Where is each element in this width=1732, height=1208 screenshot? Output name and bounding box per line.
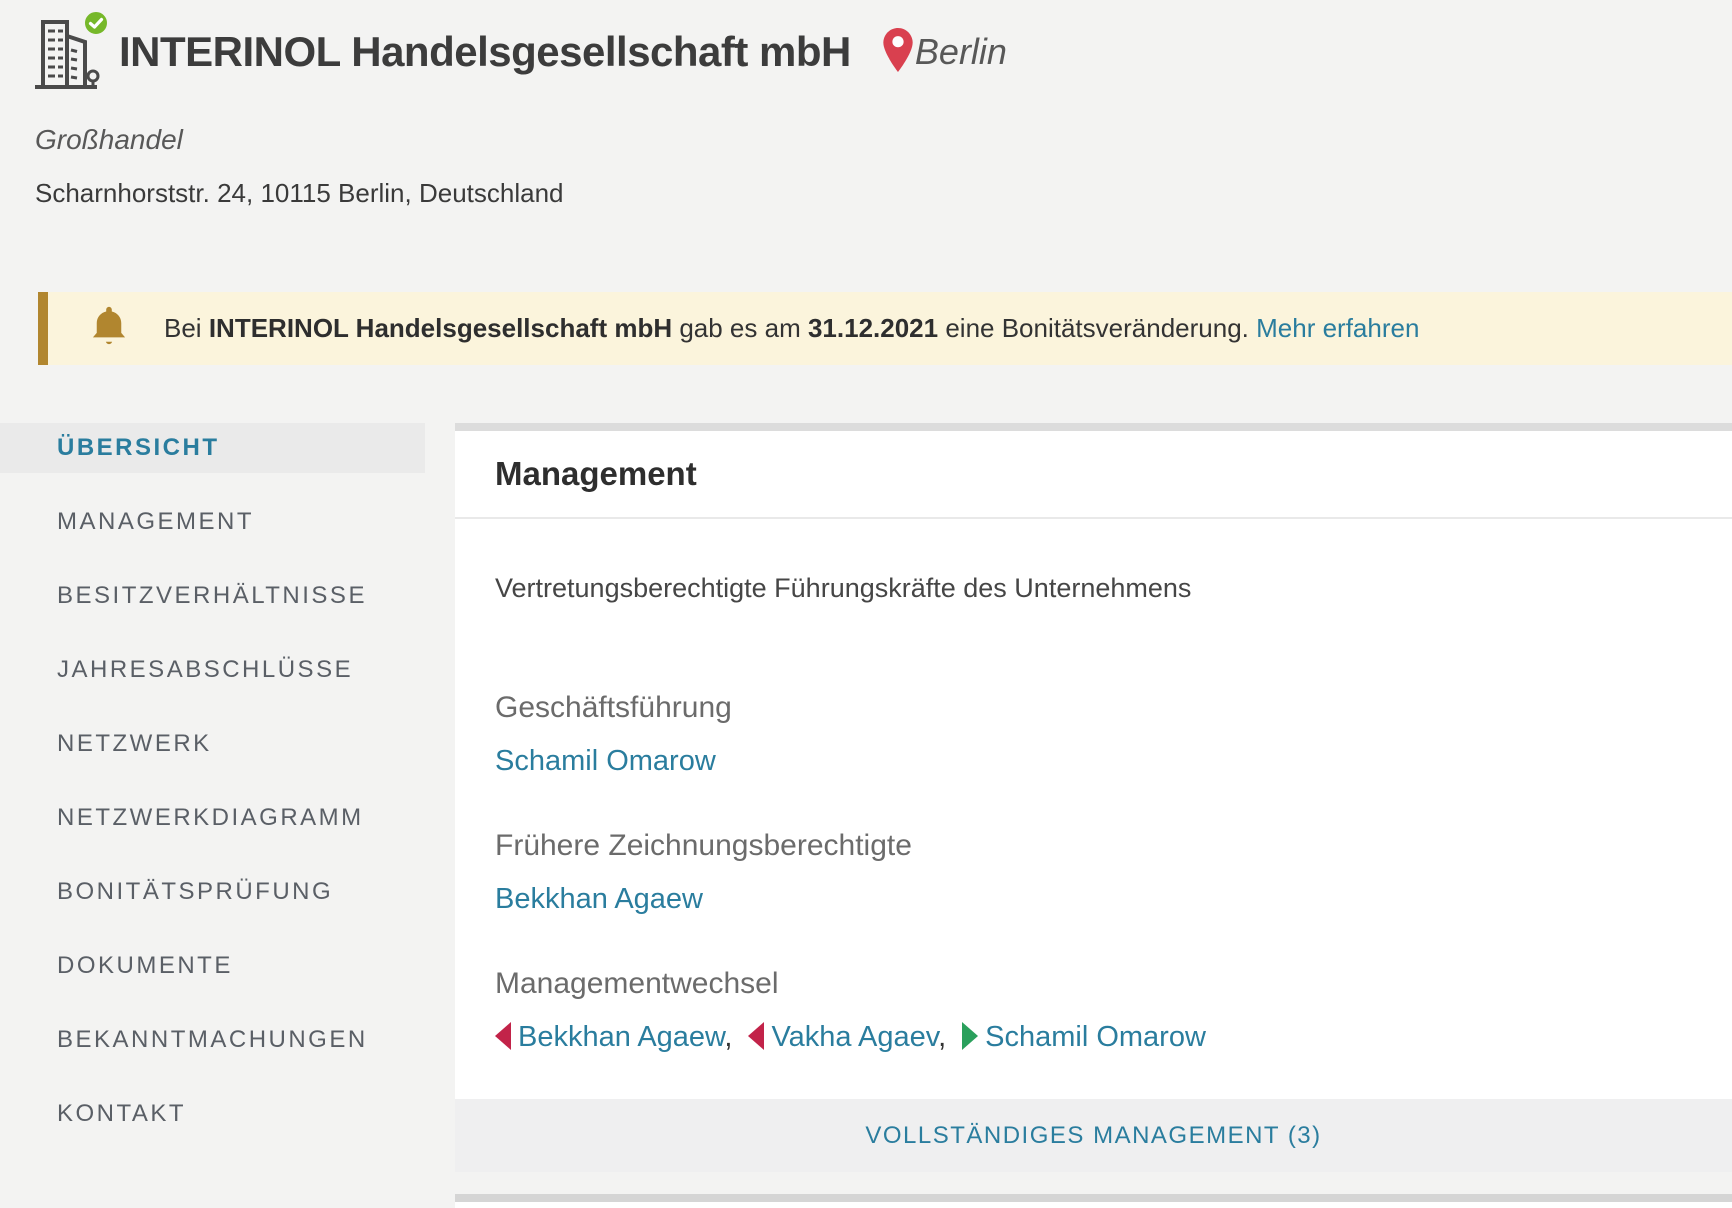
group-heading-fruehere-zeichnungsberechtigte: Frühere Zeichnungsberechtigte: [495, 827, 1692, 865]
left-arrow-out-icon: [748, 1022, 764, 1050]
person-row: Schamil Omarow: [495, 741, 1692, 781]
sidebar-item-kontakt[interactable]: KONTAKT: [0, 1089, 425, 1139]
card-content: Vertretungsberechtigte Führungskräfte de…: [455, 519, 1732, 1057]
group-heading-geschaeftsfuehrung: Geschäftsführung: [495, 689, 1692, 727]
section-sidebar: ÜBERSICHT MANAGEMENT BESITZVERHÄLTNISSE …: [0, 423, 425, 1208]
separator: ,: [724, 1021, 732, 1053]
full-management-button[interactable]: VOLLSTÄNDIGES MANAGEMENT (3): [455, 1099, 1732, 1172]
sidebar-item-dokumente[interactable]: DOKUMENTE: [0, 941, 425, 991]
company-city: Berlin: [915, 31, 1007, 73]
sidebar-item-uebersicht[interactable]: ÜBERSICHT: [0, 423, 425, 473]
sidebar-item-jahresabschluesse[interactable]: JAHRESABSCHLÜSSE: [0, 645, 425, 695]
check-badge-icon: [83, 10, 109, 41]
group-heading-managementwechsel: Managementwechsel: [495, 965, 1692, 1003]
full-management-button-label: VOLLSTÄNDIGES MANAGEMENT (3): [865, 1122, 1321, 1150]
alert-more-link[interactable]: Mehr erfahren: [1256, 313, 1419, 343]
sidebar-item-netzwerk[interactable]: NETZWERK: [0, 719, 425, 769]
next-card-top-border: [455, 1194, 1732, 1202]
card-top-border: [455, 423, 1732, 431]
management-intro: Vertretungsberechtigte Führungskräfte de…: [495, 571, 1692, 605]
sidebar-item-bonitaetspruefung[interactable]: BONITÄTSPRÜFUNG: [0, 867, 425, 917]
right-arrow-in-icon: [962, 1022, 978, 1050]
company-address: Scharnhorststr. 24, 10115 Berlin, Deutsc…: [35, 178, 1732, 209]
bell-icon: [88, 304, 130, 353]
person-link-bekkhan-agaew-out[interactable]: Bekkhan Agaew: [518, 1021, 724, 1053]
alert-company-name: INTERINOL Handelsgesellschaft mbH: [209, 313, 672, 343]
building-icon: [33, 14, 105, 90]
person-row: Bekkhan Agaew: [495, 879, 1692, 919]
alert-date: 31.12.2021: [808, 313, 938, 343]
sidebar-item-besitzverhaeltnisse[interactable]: BESITZVERHÄLTNISSE: [0, 571, 425, 621]
section-title: Management: [495, 455, 1692, 493]
company-industry: Großhandel: [35, 124, 1732, 156]
person-link-schamil-omarow[interactable]: Schamil Omarow: [495, 745, 716, 777]
separator: ,: [938, 1021, 946, 1053]
location-pin-icon: [883, 28, 913, 77]
management-section: Management Vertretungsberechtigte Führun…: [455, 423, 1732, 1208]
card-header: Management: [455, 431, 1732, 519]
sidebar-item-management[interactable]: MANAGEMENT: [0, 497, 425, 547]
person-link-schamil-omarow-in[interactable]: Schamil Omarow: [985, 1021, 1206, 1053]
next-card-edge: [455, 1202, 1732, 1208]
person-link-vakha-agaev-out[interactable]: Vakha Agaev: [771, 1021, 938, 1053]
person-link-bekkhan-agaew[interactable]: Bekkhan Agaew: [495, 883, 703, 915]
management-card: Management Vertretungsberechtigte Führun…: [455, 431, 1732, 1172]
management-change-row: Bekkhan Agaew,Vakha Agaev,Schamil Omarow: [495, 1017, 1692, 1057]
page-title: INTERINOL Handelsgesellschaft mbH: [119, 28, 851, 76]
alert-message: Bei INTERINOL Handelsgesellschaft mbH ga…: [164, 313, 1419, 344]
credit-change-alert-banner: Bei INTERINOL Handelsgesellschaft mbH ga…: [38, 292, 1732, 365]
sidebar-item-bekanntmachungen[interactable]: BEKANNTMACHUNGEN: [0, 1015, 425, 1065]
company-header: INTERINOL Handelsgesellschaft mbH Berlin…: [0, 0, 1732, 209]
left-arrow-out-icon: [495, 1022, 511, 1050]
sidebar-item-netzwerkdiagramm[interactable]: NETZWERKDIAGRAMM: [0, 793, 425, 843]
